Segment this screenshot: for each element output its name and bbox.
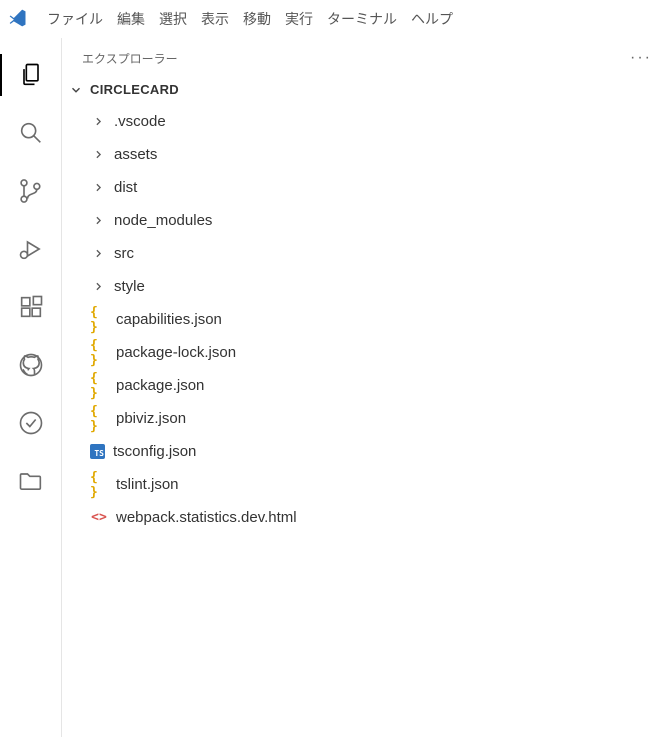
activity-extensions[interactable] bbox=[0, 278, 61, 336]
sidebar-title: エクスプローラー bbox=[82, 50, 178, 67]
file-label: webpack.statistics.dev.html bbox=[116, 509, 672, 526]
activity-github[interactable] bbox=[0, 336, 61, 394]
menu-view[interactable]: 表示 bbox=[194, 5, 236, 33]
activity-source-control[interactable] bbox=[0, 162, 61, 220]
file-label: package-lock.json bbox=[116, 344, 672, 361]
activity-folder[interactable] bbox=[0, 452, 61, 510]
vscode-logo-icon bbox=[8, 8, 28, 31]
chevron-right-icon bbox=[90, 181, 106, 194]
file-row[interactable]: { } tslint.json bbox=[62, 468, 672, 501]
folder-row[interactable]: style bbox=[62, 270, 672, 303]
chevron-right-icon bbox=[90, 214, 106, 227]
folder-label: node_modules bbox=[114, 212, 672, 229]
ts-icon: TS bbox=[90, 444, 105, 459]
chevron-right-icon bbox=[90, 115, 106, 128]
chevron-down-icon bbox=[68, 83, 84, 97]
check-circle-icon bbox=[17, 409, 45, 437]
json-icon: { } bbox=[90, 404, 108, 434]
activity-search[interactable] bbox=[0, 104, 61, 162]
play-bug-icon bbox=[17, 235, 45, 263]
folder-row[interactable]: assets bbox=[62, 138, 672, 171]
file-tree: .vscode assets dist node_modules src sty… bbox=[62, 101, 672, 538]
file-row[interactable]: { } pbiviz.json bbox=[62, 402, 672, 435]
activity-testing[interactable] bbox=[0, 394, 61, 452]
file-label: pbiviz.json bbox=[116, 410, 672, 427]
search-icon bbox=[17, 119, 45, 147]
folder-icon bbox=[17, 467, 45, 495]
folder-row[interactable]: .vscode bbox=[62, 105, 672, 138]
files-icon bbox=[17, 61, 45, 89]
json-icon: { } bbox=[90, 470, 108, 500]
folder-row[interactable]: src bbox=[62, 237, 672, 270]
menu-selection[interactable]: 選択 bbox=[152, 5, 194, 33]
file-row[interactable]: { } package-lock.json bbox=[62, 336, 672, 369]
branch-icon bbox=[17, 177, 45, 205]
json-icon: { } bbox=[90, 305, 108, 335]
activity-run-debug[interactable] bbox=[0, 220, 61, 278]
extensions-icon bbox=[17, 293, 45, 321]
chevron-right-icon bbox=[90, 280, 106, 293]
file-row[interactable]: { } package.json bbox=[62, 369, 672, 402]
folder-row[interactable]: dist bbox=[62, 171, 672, 204]
folder-label: dist bbox=[114, 179, 672, 196]
menu-run[interactable]: 実行 bbox=[278, 5, 320, 33]
folder-row[interactable]: node_modules bbox=[62, 204, 672, 237]
menu-help[interactable]: ヘルプ bbox=[404, 5, 460, 33]
file-label: tslint.json bbox=[116, 476, 672, 493]
file-row[interactable]: TS tsconfig.json bbox=[62, 435, 672, 468]
chevron-right-icon bbox=[90, 148, 106, 161]
menu-go[interactable]: 移動 bbox=[236, 5, 278, 33]
file-label: tsconfig.json bbox=[113, 443, 672, 460]
workspace-root-name: CIRCLECARD bbox=[90, 82, 179, 97]
html-icon: <> bbox=[90, 510, 108, 525]
folder-label: assets bbox=[114, 146, 672, 163]
main: エクスプローラー ··· CIRCLECARD .vscode assets d… bbox=[0, 38, 672, 737]
activity-explorer[interactable] bbox=[0, 46, 61, 104]
json-icon: { } bbox=[90, 371, 108, 401]
file-row[interactable]: <> webpack.statistics.dev.html bbox=[62, 501, 672, 534]
menubar: ファイル 編集 選択 表示 移動 実行 ターミナル ヘルプ bbox=[40, 5, 460, 33]
more-actions-icon[interactable]: ··· bbox=[630, 49, 652, 67]
workspace-root-header[interactable]: CIRCLECARD bbox=[62, 78, 672, 101]
file-label: package.json bbox=[116, 377, 672, 394]
file-row[interactable]: { } capabilities.json bbox=[62, 303, 672, 336]
file-label: capabilities.json bbox=[116, 311, 672, 328]
json-icon: { } bbox=[90, 338, 108, 368]
activity-bar bbox=[0, 38, 62, 737]
github-icon bbox=[17, 351, 45, 379]
sidebar-header: エクスプローラー ··· bbox=[62, 38, 672, 78]
menu-file[interactable]: ファイル bbox=[40, 5, 110, 33]
chevron-right-icon bbox=[90, 247, 106, 260]
folder-label: src bbox=[114, 245, 672, 262]
menu-edit[interactable]: 編集 bbox=[110, 5, 152, 33]
titlebar: ファイル 編集 選択 表示 移動 実行 ターミナル ヘルプ bbox=[0, 0, 672, 38]
folder-label: .vscode bbox=[114, 113, 672, 130]
folder-label: style bbox=[114, 278, 672, 295]
explorer-sidebar: エクスプローラー ··· CIRCLECARD .vscode assets d… bbox=[62, 38, 672, 737]
menu-terminal[interactable]: ターミナル bbox=[320, 5, 404, 33]
